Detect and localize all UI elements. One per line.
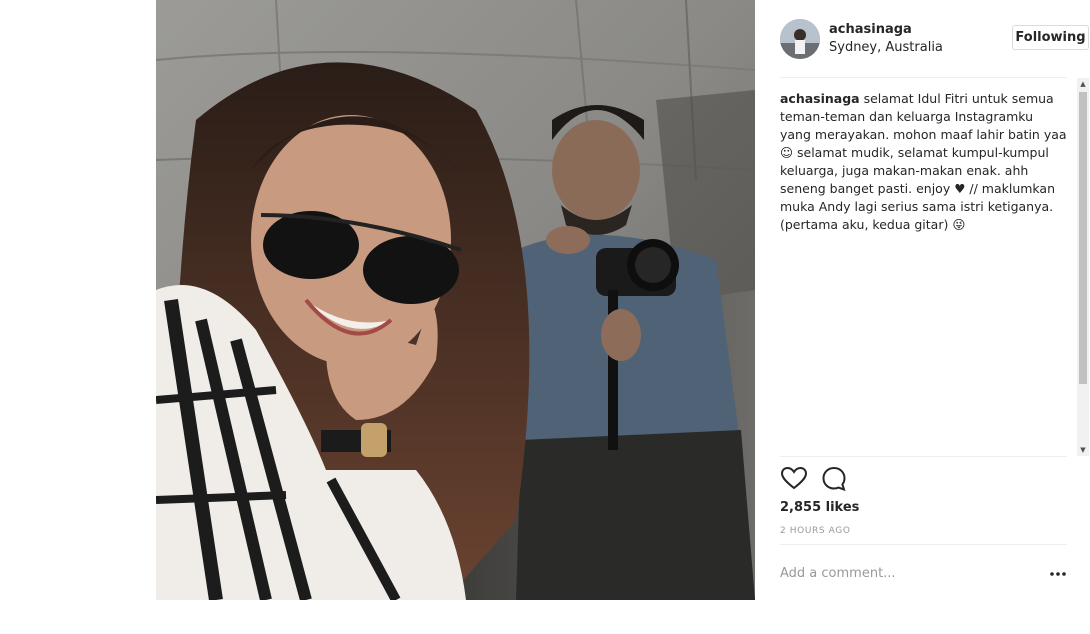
scroll-up-arrow-icon[interactable]: ▲ [1077,78,1089,90]
location-link[interactable]: Sydney, Australia [829,40,943,55]
like-button[interactable] [780,465,808,493]
caption-comment: achasinaga selamat Idul Fitri untuk semu… [780,90,1067,450]
scroll-down-arrow-icon[interactable]: ▼ [1077,444,1089,456]
caption-username-link[interactable]: achasinaga [780,91,860,106]
post-photo[interactable] [156,0,755,600]
add-comment-input[interactable]: Add a comment... [780,566,896,581]
heart-icon [780,466,808,490]
post-actions [780,465,900,493]
divider [780,544,1067,545]
following-button[interactable]: Following [1012,25,1089,50]
speech-bubble-icon [822,466,846,492]
divider [780,456,1067,457]
likes-count[interactable]: 2,855 likes [780,500,859,515]
more-options-button[interactable] [1049,564,1067,582]
comment-button[interactable] [820,465,848,493]
post-details-panel: achasinaga Sydney, Australia Following a… [755,0,1090,634]
username-link[interactable]: achasinaga [829,22,912,37]
avatar[interactable] [780,19,820,59]
scrollbar-thumb[interactable] [1079,92,1087,384]
caption-text: selamat Idul Fitri untuk semua teman-tem… [780,91,1067,232]
comments-scrollbar[interactable]: ▲ ▼ [1077,78,1089,456]
more-options-icon [1050,572,1066,576]
divider [780,77,1067,78]
post-header: achasinaga Sydney, Australia Following [780,18,1089,60]
post-timestamp[interactable]: 2 HOURS AGO [780,526,851,536]
